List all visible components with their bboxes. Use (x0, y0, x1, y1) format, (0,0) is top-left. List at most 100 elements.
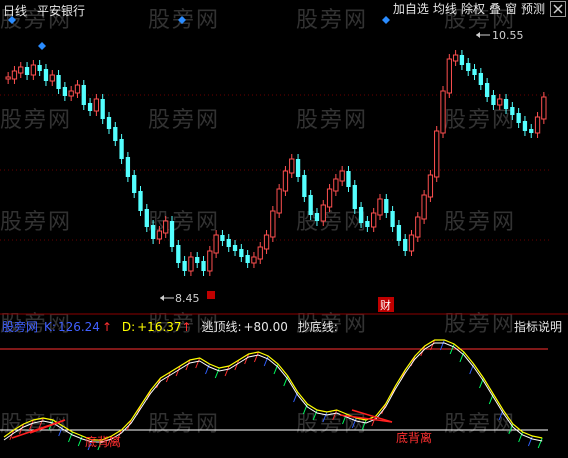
k-label: K: (44, 320, 56, 334)
candle-body (113, 127, 118, 141)
indicator-header: 股旁网 K: 126.24 ↑ D: +16.37↑ 逃顶线: +80.00 抄底线: (2, 318, 566, 334)
candle-body (11, 70, 18, 80)
candle-body (289, 158, 295, 174)
candle-body (365, 221, 370, 227)
candle-body (403, 239, 408, 251)
candle-body (93, 98, 100, 112)
candle-body (408, 234, 415, 252)
candle-body (169, 221, 175, 247)
candle-body (421, 194, 427, 220)
candle-body (18, 66, 24, 74)
candle-body (220, 235, 225, 241)
price-chart[interactable]: 10.55 8.45 财 底背离 底背离 (0, 0, 568, 458)
candle-body (396, 225, 402, 241)
d-up-arrow-icon: ↑ (181, 320, 192, 334)
candle-body (87, 103, 93, 111)
candle-body (195, 257, 200, 263)
candle-body (371, 212, 377, 228)
event-markers (8, 16, 390, 50)
candle-body (188, 256, 194, 272)
candle-body (491, 95, 496, 105)
candle-body (68, 90, 74, 97)
indicator-bar (332, 409, 338, 421)
k-line (3, 339, 543, 441)
candle-body (534, 116, 541, 134)
candle-body (529, 129, 534, 133)
candle-body (276, 188, 282, 214)
candle-body (390, 211, 395, 227)
candle-body (43, 69, 49, 81)
candle-body (302, 175, 307, 197)
candle-body (270, 210, 276, 238)
candle-body (263, 234, 270, 250)
candle-body (176, 245, 181, 263)
candle-body (232, 245, 238, 251)
k-up-arrow-icon: ↑ (101, 320, 112, 334)
candle-body (282, 170, 289, 192)
candle-body (144, 209, 149, 227)
candle-body (497, 98, 503, 106)
candle-body (427, 174, 434, 198)
candle-body (257, 246, 263, 260)
candlesticks (5, 50, 547, 276)
candle-body (459, 55, 465, 65)
candle-body (5, 76, 11, 80)
candle-body (119, 139, 124, 159)
indicator-bar (38, 417, 44, 429)
candle-body (452, 54, 459, 62)
candle-body (415, 216, 421, 238)
kd-indicator-panel: 底背离 底背离 (0, 339, 548, 451)
candle-body (295, 159, 301, 177)
candle-body (245, 255, 250, 263)
candle-body (472, 69, 477, 75)
candle-body (201, 261, 206, 271)
candle-body (182, 261, 187, 271)
candle-body (314, 213, 320, 221)
indicator-explain-button[interactable]: 指标说明 (514, 318, 562, 335)
candle-body (503, 99, 509, 109)
indicator-bar (224, 365, 230, 377)
candle-body (150, 225, 156, 239)
candle-body (106, 117, 112, 129)
candle-body (138, 191, 143, 211)
indicator-bar (361, 419, 367, 431)
candle-body (62, 87, 68, 96)
candle-body (213, 234, 219, 254)
indicator-name[interactable]: 股旁网 (2, 320, 38, 334)
candle-body (239, 249, 244, 257)
top-line-label: 逃顶线: (201, 320, 242, 334)
candle-body (522, 121, 528, 131)
indicator-bars (9, 339, 543, 451)
d-label: D: (121, 320, 136, 334)
candle-body (49, 74, 55, 82)
indicator-bar (253, 351, 259, 363)
candle-body (156, 230, 163, 240)
event-diamond-icon (8, 16, 16, 24)
candle-body (541, 96, 547, 120)
event-diamond-icon (38, 42, 46, 50)
candle-body (478, 73, 483, 85)
k-value: 126.24 (57, 320, 100, 334)
candle-body (358, 207, 364, 223)
candle-body (466, 63, 471, 71)
candle-body (100, 99, 105, 119)
candle-body (207, 250, 213, 272)
indicator-bar (537, 437, 543, 449)
indicator-bar (322, 411, 328, 423)
top-line-value: +80.00 (243, 320, 288, 334)
candle-body (446, 58, 452, 94)
candle-body (510, 107, 515, 115)
candle-body (226, 239, 231, 247)
event-diamond-icon (178, 16, 186, 24)
bottom-line-label: 抄底线: (297, 320, 338, 334)
candle-body (24, 67, 30, 75)
candle-body (333, 178, 339, 192)
candle-body (346, 171, 351, 187)
candle-body (484, 83, 490, 97)
grid-lines (0, 94, 568, 315)
candle-body (440, 90, 446, 134)
candle-body (352, 185, 357, 209)
candle-body (377, 198, 383, 216)
high-price-label: 10.55 (492, 29, 524, 42)
candle-body (516, 113, 521, 123)
